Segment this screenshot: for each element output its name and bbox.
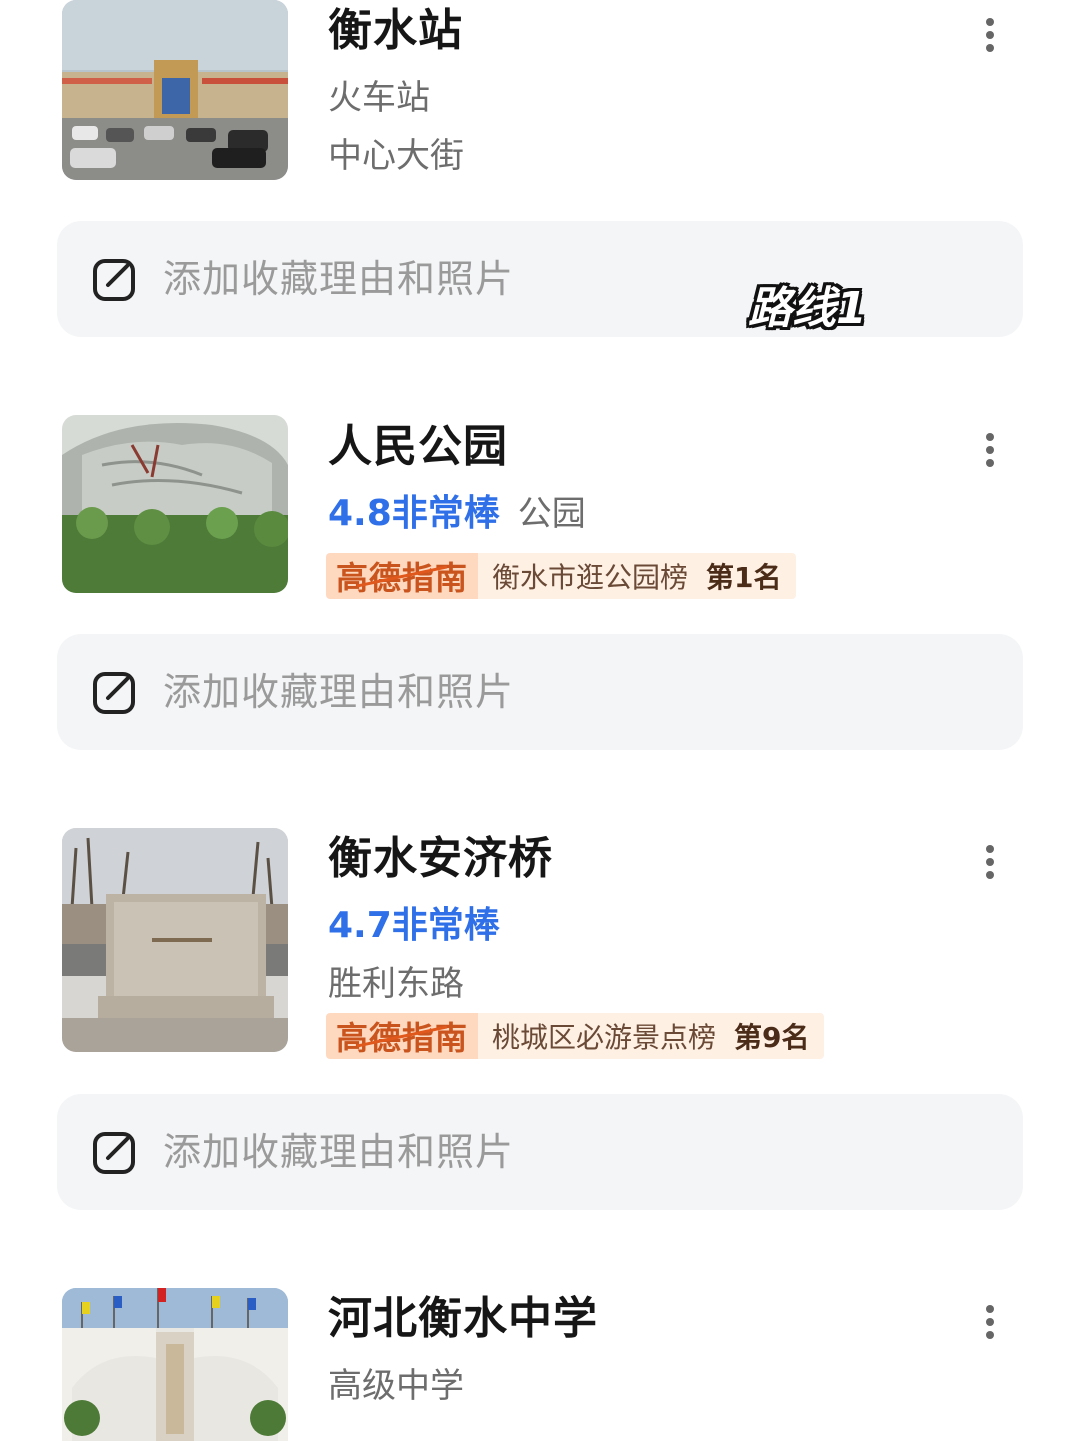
guide-brand: 高德指南 [326, 553, 479, 599]
edit-note-icon [93, 672, 135, 714]
add-note-label: 添加收藏理由和照片 [163, 257, 515, 301]
place-thumbnail-peoples-park[interactable] [62, 415, 288, 593]
more-vertical-icon[interactable] [972, 425, 1008, 475]
add-note-label: 添加收藏理由和照片 [163, 1130, 515, 1174]
add-note-label: 添加收藏理由和照片 [163, 670, 515, 714]
more-vertical-icon[interactable] [972, 1297, 1008, 1347]
guide-list-name: 桃城区必游景点榜 [492, 1021, 717, 1054]
place-name[interactable]: 衡水站 [328, 0, 463, 58]
add-note-button[interactable]: 添加收藏理由和照片 [57, 634, 1023, 750]
guide-rank: 第9名 [734, 1021, 810, 1054]
edit-note-icon [93, 1132, 135, 1174]
place-name[interactable]: 衡水安济桥 [328, 822, 553, 886]
guide-ranking-badge[interactable]: 高德指南 衡水市逛公园榜 第1名 [326, 553, 796, 599]
place-thumbnail-hengshui-high-school[interactable] [62, 1288, 288, 1441]
place-thumbnail-hengshui-station[interactable] [62, 0, 288, 180]
place-rating-row: 4.8非常棒 公园 [328, 484, 586, 536]
add-note-button[interactable]: 添加收藏理由和照片 [57, 1094, 1023, 1210]
guide-brand: 高德指南 [326, 1013, 479, 1059]
route-overlay-label: 路线1 [748, 283, 867, 334]
guide-rank: 第1名 [706, 561, 782, 594]
place-category: 火车站 [328, 78, 430, 118]
place-name[interactable]: 河北衡水中学 [328, 1282, 598, 1346]
place-address: 中心大街 [328, 136, 464, 176]
place-thumbnail-anji-bridge[interactable] [62, 828, 288, 1052]
guide-list-name: 衡水市逛公园榜 [492, 561, 689, 594]
more-vertical-icon[interactable] [972, 10, 1008, 60]
more-vertical-icon[interactable] [972, 837, 1008, 887]
place-category: 高级中学 [328, 1366, 464, 1406]
place-address: 胜利东路 [328, 964, 464, 1004]
add-note-button[interactable]: 添加收藏理由和照片 [57, 221, 1023, 337]
guide-ranking-badge[interactable]: 高德指南 桃城区必游景点榜 第9名 [326, 1013, 824, 1059]
place-rating-row: 4.7非常棒 [328, 896, 500, 948]
place-category: 公园 [517, 494, 586, 534]
rating-score: 4.8非常棒 [328, 493, 500, 534]
edit-note-icon [93, 259, 135, 301]
place-name[interactable]: 人民公园 [328, 410, 508, 474]
rating-score: 4.7非常棒 [328, 905, 500, 946]
